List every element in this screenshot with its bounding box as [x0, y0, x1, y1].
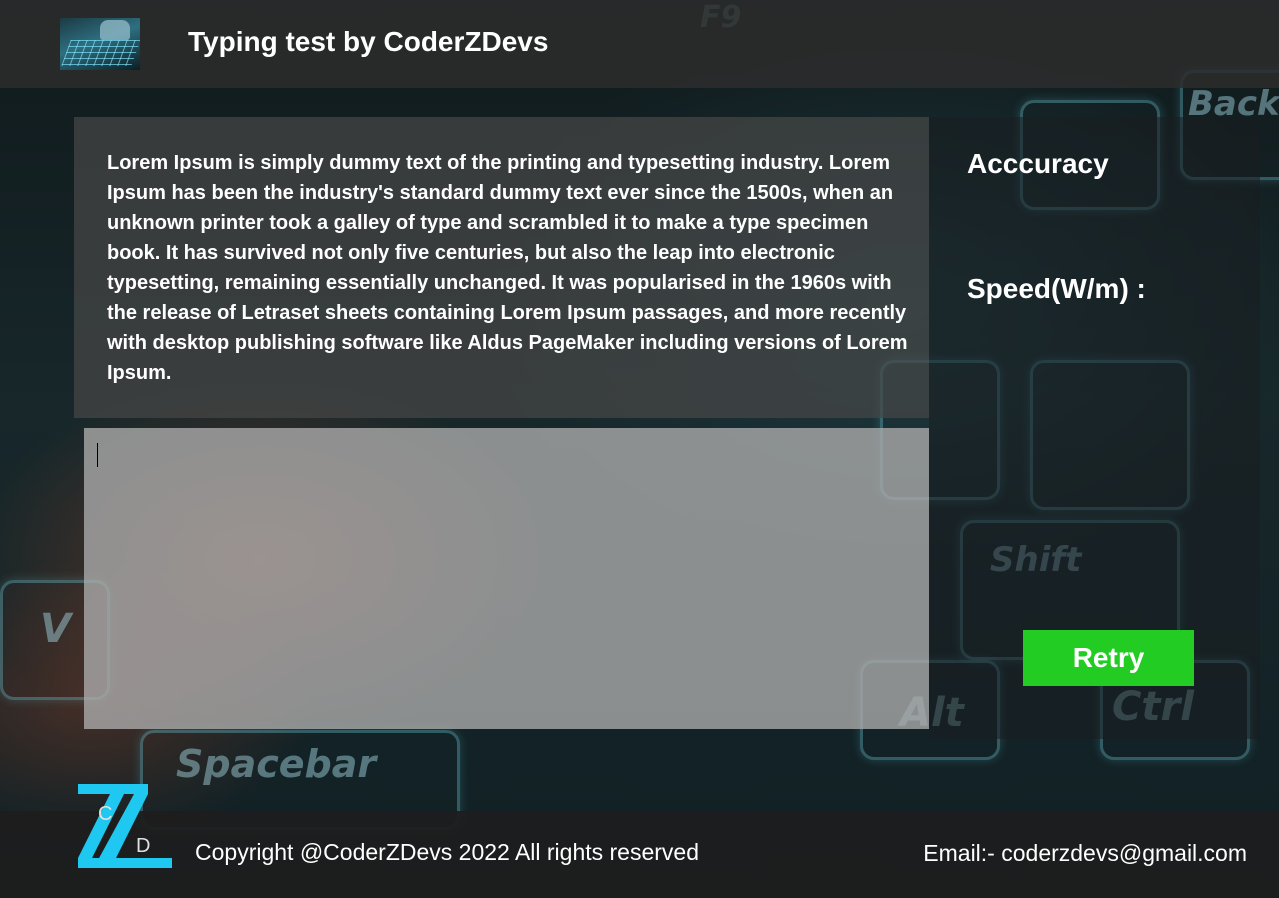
- speed-label: Speed(W/m) :: [967, 273, 1146, 304]
- copyright-text: Copyright @CoderZDevs 2022 All rights re…: [195, 839, 700, 865]
- coderzdevs-logo-icon: C D: [78, 784, 172, 868]
- accuracy-label: Acccuracy: [967, 148, 1109, 179]
- typing-input[interactable]: [84, 428, 929, 729]
- app-header: Typing test by CoderZDevs: [0, 0, 1279, 88]
- text-caret: [97, 443, 98, 467]
- retry-button[interactable]: Retry: [1023, 630, 1194, 686]
- passage-panel: Lorem Ipsum is simply dummy text of the …: [74, 117, 929, 418]
- logo-letter-c: C: [98, 803, 112, 825]
- passage-text: Lorem Ipsum is simply dummy text of the …: [107, 152, 908, 384]
- keyboard-photo-icon: [60, 18, 140, 70]
- logo-letter-d: D: [136, 835, 150, 857]
- site-title: Typing test by CoderZDevs: [188, 26, 549, 57]
- contact-email: Email:- coderzdevs@gmail.com: [923, 840, 1247, 866]
